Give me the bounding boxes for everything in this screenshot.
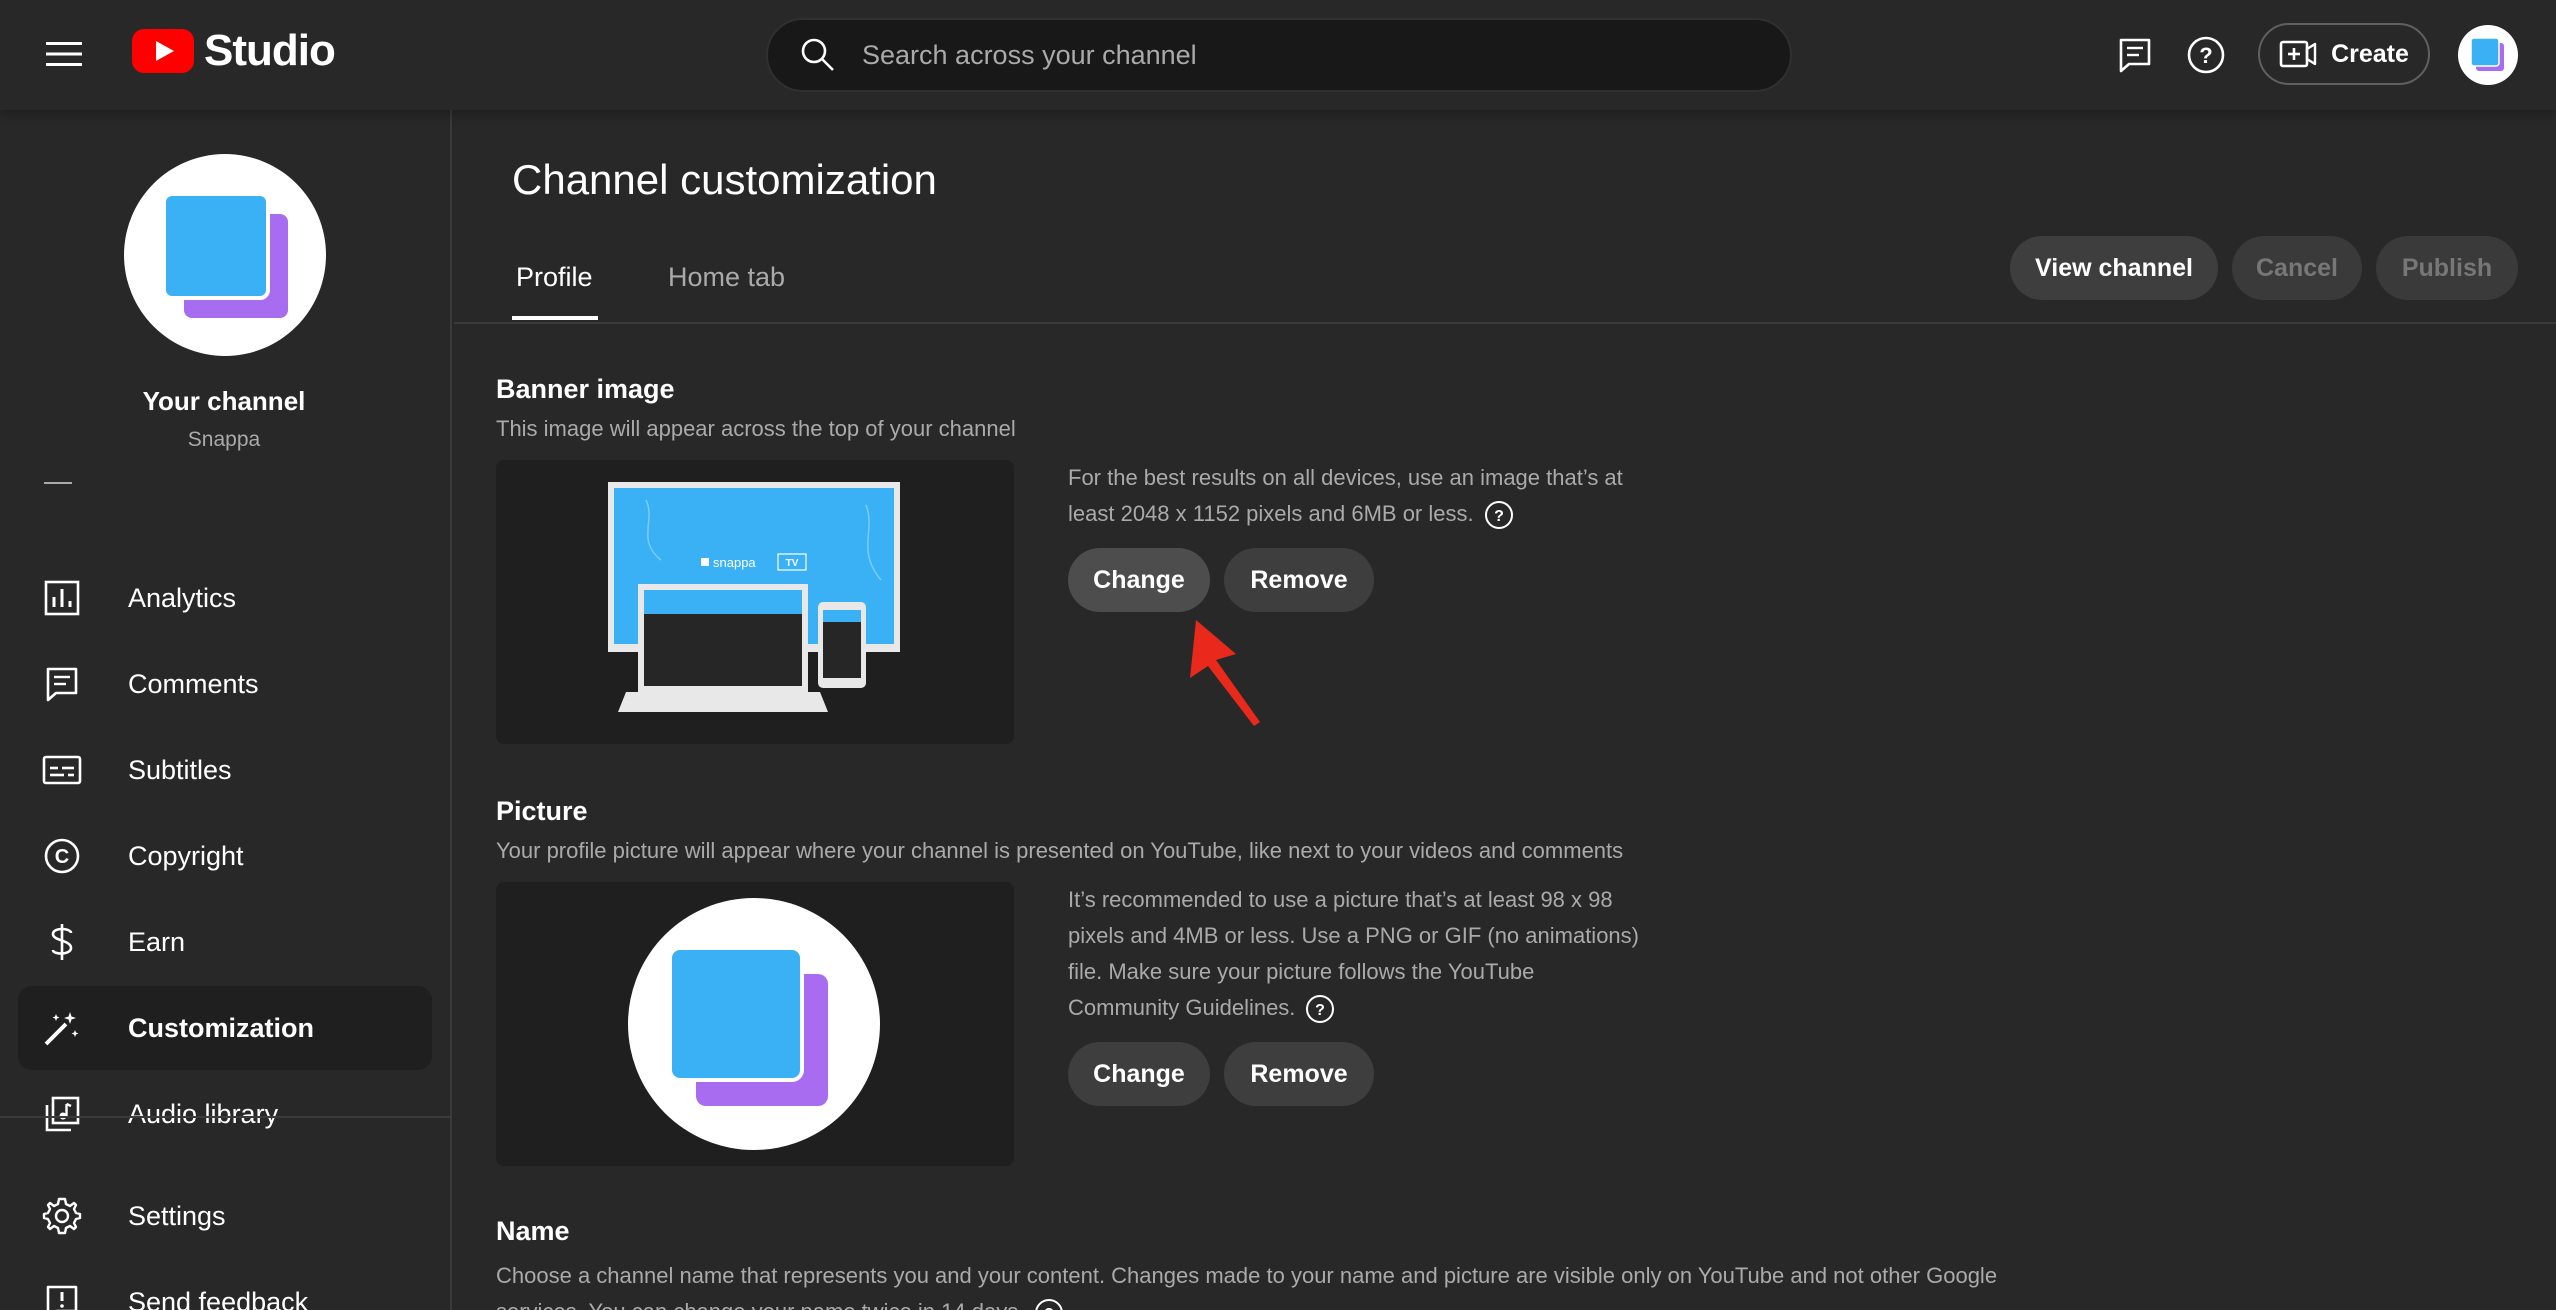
sidebar-item-earn[interactable]: Earn: [18, 900, 432, 984]
tab-home[interactable]: Home tab: [668, 262, 785, 293]
picture-section-description: Your profile picture will appear where y…: [496, 838, 1624, 863]
picture-info: It’s recommended to use a picture that’s…: [1068, 882, 1648, 1026]
sidebar-item-label: Copyright: [128, 840, 244, 871]
active-tab-indicator: [512, 316, 598, 320]
sidebar-item-label: Send feedback: [128, 1286, 309, 1310]
sidebar-item-send-feedback[interactable]: Send feedback: [18, 1260, 432, 1310]
help-icon[interactable]: ?: [2181, 30, 2231, 80]
main-content: Channel customization Profile Home tab V…: [454, 110, 2556, 1310]
search-input[interactable]: [862, 39, 1742, 71]
banner-devices-illustration: snappa TV: [608, 482, 900, 712]
sidebar-item-subtitles[interactable]: Subtitles: [18, 728, 432, 812]
analytics-icon: [38, 574, 86, 622]
page-title: Channel customization: [512, 156, 937, 203]
banner-info-text: For the best results on all devices, use…: [1068, 465, 1623, 526]
channel-avatar[interactable]: [124, 154, 326, 356]
search-box[interactable]: [766, 18, 1792, 92]
picture-info-text: It’s recommended to use a picture that’s…: [1068, 887, 1639, 1020]
sidebar-divider: [0, 1116, 450, 1118]
messages-icon[interactable]: [2110, 30, 2160, 80]
svg-text:?: ?: [1316, 1002, 1326, 1019]
copyright-icon: C: [38, 832, 86, 880]
banner-brand-text: snappa: [713, 555, 756, 570]
account-avatar[interactable]: [2458, 25, 2518, 85]
sidebar-item-comments[interactable]: Comments: [18, 642, 432, 726]
picture-section-title: Picture: [496, 796, 588, 826]
search-icon: [798, 35, 838, 75]
tab-profile[interactable]: Profile: [516, 262, 593, 293]
youtube-logo-icon: [132, 29, 194, 73]
help-icon[interactable]: ?: [1484, 500, 1514, 530]
tabs-divider: [454, 322, 2556, 324]
studio-window: Studio ? Create Your channel Snappa: [0, 0, 2556, 1310]
sidebar-item-label: Analytics: [128, 582, 237, 613]
svg-text:?: ?: [1044, 1306, 1054, 1310]
picture-preview: [496, 882, 1014, 1166]
channel-name: Snappa: [187, 428, 261, 451]
help-icon[interactable]: ?: [1034, 1298, 1064, 1310]
view-channel-button[interactable]: View channel: [2010, 236, 2218, 300]
create-video-icon: [2279, 40, 2317, 68]
name-section-description: Choose a channel name that represents yo…: [496, 1258, 2056, 1310]
banner-preview: snappa TV: [496, 460, 1014, 744]
cancel-button[interactable]: Cancel: [2232, 236, 2362, 300]
settings-icon: [38, 1192, 86, 1240]
sidebar-item-label: Audio library: [128, 1098, 279, 1129]
picture-change-button[interactable]: Change: [1068, 1042, 1210, 1106]
svg-text:?: ?: [2199, 43, 2212, 68]
picture-remove-button[interactable]: Remove: [1224, 1042, 1374, 1106]
sidebar-item-audio-library[interactable]: Audio library: [18, 1072, 432, 1156]
create-button-label: Create: [2331, 39, 2409, 68]
banner-change-button[interactable]: Change: [1068, 548, 1210, 612]
sidebar-item-settings[interactable]: Settings: [18, 1174, 432, 1258]
sidebar-item-analytics[interactable]: Analytics: [18, 556, 432, 640]
studio-logo-text: Studio: [204, 26, 336, 75]
your-channel-title: Your channel: [142, 386, 306, 416]
banner-section-title: Banner image: [496, 374, 675, 404]
customization-icon: [38, 1004, 86, 1052]
top-bar: Studio ? Create: [0, 0, 2556, 110]
audio-library-icon: [38, 1090, 86, 1138]
banner-section-description: This image will appear across the top of…: [496, 416, 1016, 441]
annotation-arrow-icon: [1190, 620, 1260, 726]
help-icon[interactable]: ?: [1305, 994, 1335, 1024]
feedback-icon: [38, 1278, 86, 1310]
banner-badge-text: TV: [786, 558, 799, 569]
sidebar-item-customization[interactable]: Customization: [18, 986, 432, 1070]
banner-remove-button[interactable]: Remove: [1224, 548, 1374, 612]
sidebar-item-label: Customization: [128, 1012, 314, 1043]
sidebar-item-copyright[interactable]: C Copyright: [18, 814, 432, 898]
name-section-title: Name: [496, 1216, 570, 1246]
earn-icon: [38, 918, 86, 966]
sidebar-item-label: Subtitles: [128, 754, 232, 785]
name-description-text: Choose a channel name that represents yo…: [496, 1263, 1998, 1310]
create-button[interactable]: Create: [2258, 23, 2430, 85]
sidebar-item-label: Earn: [128, 926, 186, 957]
sidebar: Your channel Snappa Analytics Comments S…: [0, 110, 452, 1310]
studio-logo[interactable]: Studio: [132, 26, 336, 76]
hamburger-menu-icon[interactable]: [34, 28, 94, 80]
collapsed-section-divider: [44, 482, 72, 484]
publish-button[interactable]: Publish: [2376, 236, 2518, 300]
sidebar-item-label: Comments: [128, 668, 259, 699]
svg-text:C: C: [55, 846, 69, 868]
banner-info: For the best results on all devices, use…: [1068, 460, 1648, 532]
comments-icon: [38, 660, 86, 708]
subtitles-icon: [38, 746, 86, 794]
profile-picture-preview: [628, 898, 880, 1150]
svg-text:?: ?: [1494, 508, 1504, 525]
sidebar-item-label: Settings: [128, 1200, 226, 1231]
